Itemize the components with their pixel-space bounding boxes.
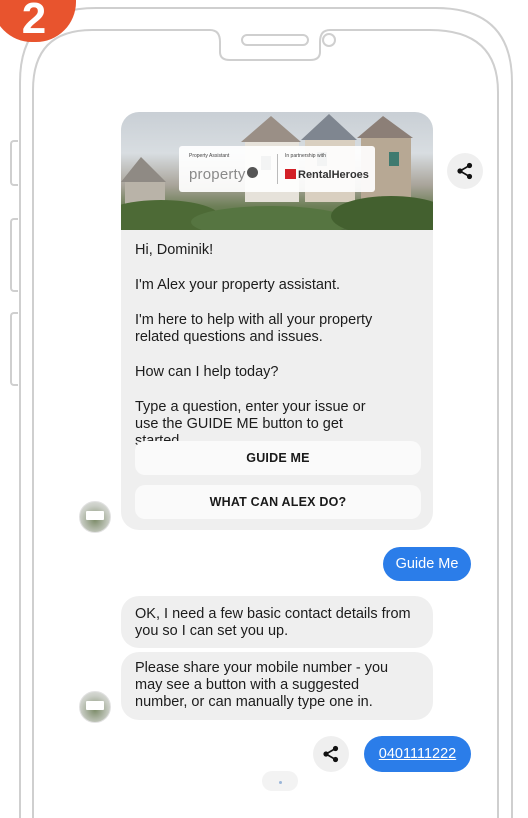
bot-message-mobile-number: Please share your mobile number - you ma… bbox=[121, 652, 433, 720]
what-can-alex-do-button[interactable]: WHAT CAN ALEX DO? bbox=[135, 485, 421, 519]
speaker-grille bbox=[241, 34, 309, 46]
guide-me-button[interactable]: GUIDE ME bbox=[135, 441, 421, 475]
contact-details-text: OK, I need a few basic contact details f… bbox=[135, 606, 411, 639]
rentalheroes-logo-text: RentalHeroes bbox=[298, 169, 369, 181]
share-button-2[interactable] bbox=[313, 736, 349, 772]
propertyme-logo-mark bbox=[246, 167, 258, 178]
rentalheroes-logo: RentalHeroes bbox=[285, 169, 369, 181]
volume-up-button bbox=[10, 218, 18, 292]
bot-message-contact-details: OK, I need a few basic contact details f… bbox=[121, 596, 433, 648]
bot-welcome-message: Hi, Dominik! I'm Alex your property assi… bbox=[121, 230, 433, 530]
rentalheroes-mark-icon bbox=[285, 169, 296, 179]
silent-switch bbox=[10, 140, 18, 186]
logo-divider bbox=[277, 154, 278, 184]
phone-number-link[interactable]: 0401111222 bbox=[379, 746, 456, 762]
greeting-text: Hi, Dominik! bbox=[135, 242, 214, 258]
typing-indicator bbox=[262, 771, 298, 791]
propertyme-logo: property bbox=[189, 166, 258, 183]
mobile-number-text: Please share your mobile number - you ma… bbox=[135, 660, 389, 710]
help-text: I'm here to help with all your property … bbox=[135, 312, 373, 345]
volume-down-button bbox=[10, 312, 18, 386]
partner-caption: In partnership with bbox=[285, 153, 326, 159]
welcome-banner-image: Property Assistant In partnership with p… bbox=[121, 112, 433, 230]
bot-avatar-2 bbox=[79, 691, 111, 723]
user-message-guide-me: Guide Me bbox=[383, 547, 471, 581]
question-text: How can I help today? bbox=[135, 364, 279, 380]
propertyme-logo-text: property bbox=[189, 166, 246, 183]
intro-text: I'm Alex your property assistant. bbox=[135, 277, 341, 293]
share-button[interactable] bbox=[447, 153, 483, 189]
share-icon bbox=[457, 162, 473, 180]
typing-dot bbox=[279, 781, 282, 784]
share-icon bbox=[323, 745, 339, 763]
assistant-caption: Property Assistant bbox=[189, 153, 230, 159]
camera-icon bbox=[322, 33, 336, 47]
user-message-phone-number[interactable]: 0401111222 bbox=[364, 736, 471, 772]
banner-logo-card: Property Assistant In partnership with p… bbox=[179, 146, 375, 192]
bot-avatar bbox=[79, 501, 111, 533]
